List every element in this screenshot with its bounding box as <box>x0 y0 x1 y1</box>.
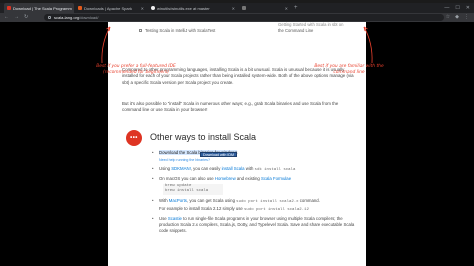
github-favicon-icon <box>151 6 155 10</box>
cmdline-tutorial-link[interactable]: Getting Started with Scala in sbt on the… <box>278 22 343 34</box>
maximize-icon[interactable]: ☐ <box>455 3 459 13</box>
second-paragraph: But it's also possible to "install" Scal… <box>122 101 339 113</box>
menu-kebab-icon[interactable]: ⋮ <box>464 13 469 22</box>
port-install-212-code: sudo port install scala2.12 <box>244 207 309 212</box>
left-annotation: Best if you prefer a full-featured IDE (… <box>96 64 176 75</box>
text: For example to install Scala 2.12 simply… <box>159 205 245 211</box>
text: to run single-file Scala programs in you… <box>159 215 355 234</box>
page-viewport: Testing Scala in IntelliJ with ScalaTest… <box>0 22 474 266</box>
page-favicon-icon <box>242 6 246 10</box>
forward-icon[interactable]: → <box>14 13 19 22</box>
close-tab-icon[interactable]: ✕ <box>232 6 235 11</box>
tutorial-link-label: Testing Scala in IntelliJ with ScalaTest <box>145 28 216 33</box>
homebrew-link[interactable]: Homebrew <box>215 176 236 181</box>
text: Using <box>159 166 172 172</box>
port-install-code: sudo port install scala2.x <box>236 200 299 205</box>
new-tab-icon[interactable]: + <box>294 3 298 13</box>
list-item: Download the Scala binaries for windows … <box>152 150 360 163</box>
tab-label: Downloads | Apache Spark <box>84 5 132 11</box>
url-path: /download/ <box>79 15 99 20</box>
section-title: Other ways to install Scala <box>150 132 257 142</box>
lock-icon <box>48 16 51 19</box>
list-item: With MacPorts, you can get Scala using s… <box>152 198 360 213</box>
text: , you can easily <box>190 166 222 172</box>
navigation-buttons: ← → ↻ <box>4 13 28 22</box>
url-field[interactable]: scala-lang.org/download/ <box>44 14 444 21</box>
sdk-install-code: sdk install scala <box>254 168 296 173</box>
brew-code-block: brew update brew install scala <box>163 183 223 196</box>
close-window-icon[interactable]: ✕ <box>466 3 470 13</box>
minimize-icon[interactable]: — <box>444 3 449 13</box>
brew-install-code: brew install scala <box>165 189 209 194</box>
scala-favicon-icon <box>7 6 11 10</box>
url-host: scala-lang.org <box>54 15 80 20</box>
list-item: Use Scastie to run single-file Scala pro… <box>152 216 360 235</box>
idm-download-tooltip[interactable]: Download with IDM <box>200 152 237 157</box>
sdkman-link[interactable]: SDKMAN! <box>171 166 191 171</box>
window-controls: — ☐ ✕ <box>444 3 470 13</box>
list-item: On macOS you can also use Homebrew and e… <box>152 176 360 196</box>
text: with <box>244 166 255 172</box>
tutorial-link[interactable]: Testing Scala in IntelliJ with ScalaTest <box>139 28 215 33</box>
list-item: Using SDKMAN!, you can easily install Sc… <box>152 166 360 173</box>
tab-label: winutils/winutils.exe at master <box>157 5 210 11</box>
close-tab-icon[interactable]: ✕ <box>285 6 288 11</box>
reload-icon[interactable]: ↻ <box>24 13 28 22</box>
tab-fourth[interactable]: ✕ <box>239 3 291 13</box>
scastie-link[interactable]: Scastie <box>168 216 182 221</box>
close-tab-icon[interactable]: ✕ <box>141 6 144 11</box>
install-scala-link[interactable]: install Scala <box>222 166 245 171</box>
address-bar-row: ← → ↻ scala-lang.org/download/ ☆ ◆ ⋮ <box>0 13 474 22</box>
tab-apache-spark[interactable]: Downloads | Apache Spark ✕ <box>75 3 147 13</box>
tab-winutils[interactable]: winutils/winutils.exe at master ✕ <box>148 3 238 13</box>
browser-tab-bar: Download | The Scala Programm ✕ Download… <box>0 3 474 13</box>
left-arrow-icon <box>101 26 111 64</box>
text: With <box>159 198 169 204</box>
text: On macOS you can also use <box>159 176 215 182</box>
text: Use <box>159 215 168 221</box>
text: command. <box>298 198 320 204</box>
cmdline-line-2: the Command Line <box>278 28 314 33</box>
right-arrow-icon <box>363 26 373 64</box>
text: and existing <box>235 176 261 182</box>
tab-scala-download[interactable]: Download | The Scala Programm ✕ <box>4 3 74 13</box>
scala-formulae-link[interactable]: Scala Formulae <box>261 176 291 181</box>
binaries-help-link[interactable]: Need help running the binaries? <box>159 157 360 163</box>
spark-favicon-icon <box>78 6 82 10</box>
document-icon <box>139 29 142 32</box>
right-annotation: Best if you are familiar with the comman… <box>314 64 384 75</box>
macports-link[interactable]: MacPorts <box>169 198 187 203</box>
section-dots-icon: ••• <box>126 130 142 146</box>
install-options-list: Download the Scala binaries for windows … <box>152 150 360 238</box>
scala-download-page: Testing Scala in IntelliJ with ScalaTest… <box>108 22 366 266</box>
tab-label: Download | The Scala Programm <box>13 5 72 11</box>
back-icon[interactable]: ← <box>4 13 9 22</box>
extension-icon[interactable]: ◆ <box>455 13 459 22</box>
bookmark-star-icon[interactable]: ☆ <box>446 13 450 22</box>
text: , you can get Scala using <box>186 198 237 204</box>
toolbar-icons: ☆ ◆ ⋮ <box>446 13 469 22</box>
